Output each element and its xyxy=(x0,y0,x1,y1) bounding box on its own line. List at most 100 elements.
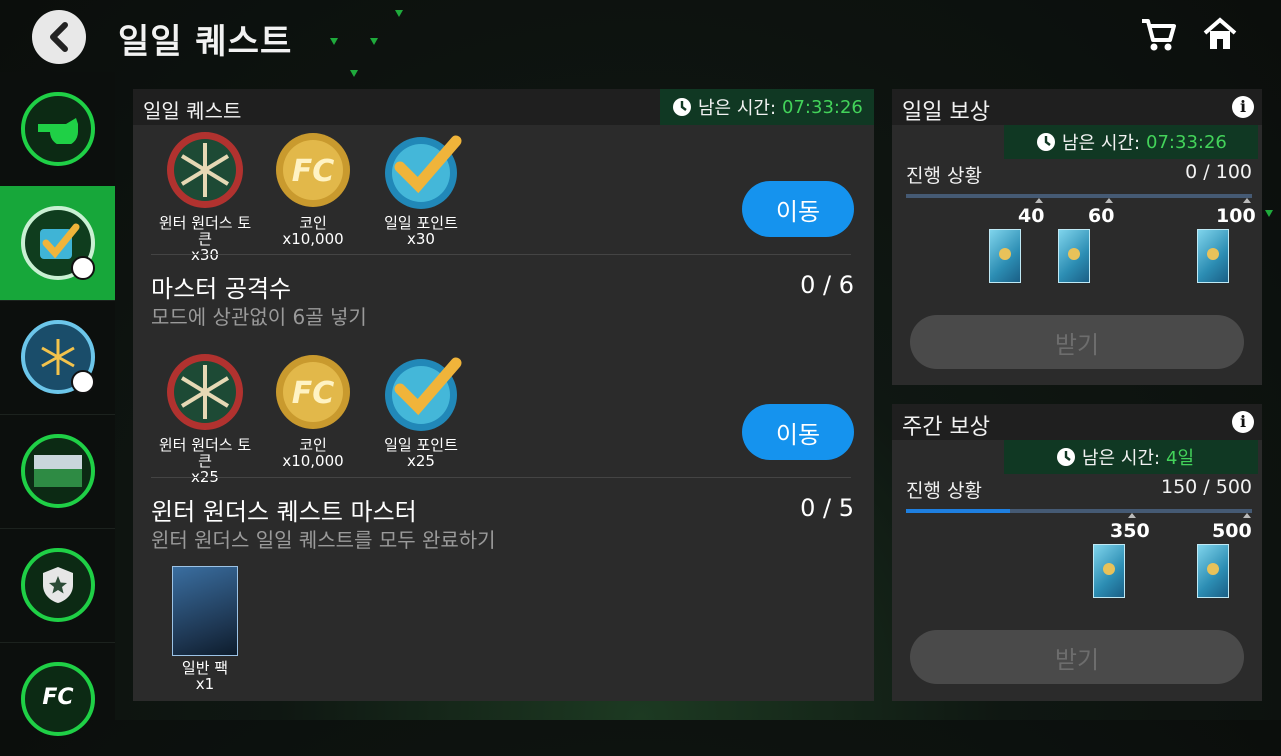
quest-progress: 0 / 5 xyxy=(800,494,854,522)
milestone-marker xyxy=(1128,513,1136,518)
sidebar-item-fc-mobile[interactable]: FC xyxy=(0,642,115,756)
reward-pack-icon[interactable] xyxy=(989,229,1021,283)
home-icon[interactable] xyxy=(1202,16,1238,56)
quest-description: 모드에 상관없이 6골 넣기 xyxy=(151,305,367,329)
progress-label: 진행 상황 xyxy=(906,480,982,502)
info-icon[interactable]: i xyxy=(1232,96,1254,118)
reward-item: 일일 포인트 x25 xyxy=(371,351,471,469)
move-button[interactable]: 이동 xyxy=(742,404,854,460)
info-icon[interactable]: i xyxy=(1232,411,1254,433)
snowflake-token-icon xyxy=(164,351,246,433)
timer-label: 남은 시간: xyxy=(1082,448,1161,469)
svg-text:FC: FC xyxy=(292,154,335,189)
coin-icon: FC xyxy=(272,129,354,211)
milestone-marker xyxy=(1243,513,1251,518)
milestone-label: 40 xyxy=(1018,205,1045,227)
reward-item: 일일 포인트 x30 xyxy=(371,129,471,247)
decor-triangle xyxy=(350,70,358,77)
reward-pack-icon[interactable] xyxy=(1058,229,1090,283)
reward-item: 윈터 원더스 토큰 x30 xyxy=(155,129,255,263)
milestone-label: 60 xyxy=(1088,205,1115,227)
svg-text:FC: FC xyxy=(292,376,335,411)
snowflake-token-icon xyxy=(164,129,246,211)
milestone-label: 350 xyxy=(1110,520,1150,542)
daily-reward-panel: 일일 보상 i 남은 시간: 07:33:26 진행 상황 0 / 100 40… xyxy=(892,89,1262,385)
fc-mobile-logo: FC xyxy=(20,662,95,736)
sidebar-item-daily-quest[interactable] xyxy=(0,186,115,301)
reward-item: 윈터 원더스 토큰 x25 xyxy=(155,351,255,485)
progress-value: 150 / 500 xyxy=(1160,476,1252,498)
reward-name: 코인 xyxy=(299,214,327,232)
move-button[interactable]: 이동 xyxy=(742,181,854,237)
reward-pack-icon[interactable] xyxy=(1197,544,1229,598)
weekly-reward-header: 주간 보상 i xyxy=(892,404,1262,440)
clock-icon xyxy=(70,370,95,394)
daily-reward-title: 일일 보상 xyxy=(902,100,990,125)
reward-item: FC 코인 x10,000 xyxy=(263,351,363,469)
reward-amount: x30 xyxy=(407,230,435,248)
divider xyxy=(151,477,851,478)
chevron-left-icon xyxy=(50,22,68,52)
quest-panel-title: 일일 퀘스트 xyxy=(143,99,242,123)
weekly-progress-bar xyxy=(906,509,1252,513)
coin-icon: FC xyxy=(272,351,354,433)
progress-fill xyxy=(906,509,1010,513)
quest-progress: 0 / 6 xyxy=(800,271,854,299)
stadium-icon xyxy=(20,434,95,508)
back-button[interactable] xyxy=(32,10,86,64)
reward-name: 윈터 원더스 토큰 xyxy=(158,436,252,470)
quest-timer: 남은 시간: 07:33:26 xyxy=(660,89,874,125)
sidebar-item-stadium[interactable] xyxy=(0,414,115,529)
reward-item: 일반 팩 x1 xyxy=(155,566,255,692)
claim-button[interactable]: 받기 xyxy=(910,315,1244,369)
daily-progress-bar xyxy=(906,194,1252,198)
quest-name: 윈터 원더스 퀘스트 마스터 xyxy=(151,498,417,526)
reward-name: 윈터 원더스 토큰 xyxy=(158,214,252,248)
sidebar-item-winter[interactable] xyxy=(0,300,115,415)
clock-icon xyxy=(70,256,95,280)
timer-value: 07:33:26 xyxy=(782,96,863,118)
weekly-reward-title: 주간 보상 xyxy=(902,415,990,440)
daily-check-icon xyxy=(20,206,95,280)
reward-amount: x30 xyxy=(191,246,219,264)
svg-text:FC: FC xyxy=(42,685,73,710)
daily-point-check-icon xyxy=(380,351,462,433)
reward-name: 일일 포인트 xyxy=(384,436,458,454)
divider xyxy=(151,254,851,255)
quest-description: 윈터 원더스 일일 퀘스트를 모두 완료하기 xyxy=(151,528,496,552)
daily-reward-header: 일일 보상 i xyxy=(892,89,1262,125)
weekly-reward-timer: 남은 시간: 4일 xyxy=(1004,440,1258,474)
decor-triangle xyxy=(1265,210,1273,217)
reward-item: FC 코인 x10,000 xyxy=(263,129,363,247)
reward-name: 일반 팩 xyxy=(181,659,229,677)
decor-triangle xyxy=(370,38,378,45)
reward-amount: x1 xyxy=(195,675,215,693)
milestone-label: 100 xyxy=(1216,205,1256,227)
clock-icon xyxy=(1037,133,1055,151)
sidebar-item-whistle[interactable] xyxy=(0,72,115,187)
reward-amount: x10,000 xyxy=(282,452,344,470)
milestone-marker xyxy=(1105,198,1113,203)
pack-card-icon xyxy=(172,566,238,656)
decor-triangle xyxy=(395,10,403,17)
weekly-reward-panel: 주간 보상 i 남은 시간: 4일 진행 상황 150 / 500 350 50… xyxy=(892,404,1262,701)
sidebar-item-shield[interactable] xyxy=(0,528,115,643)
quest-panel-header: 일일 퀘스트 남은 시간: 07:33:26 xyxy=(133,89,874,125)
sidebar: FC xyxy=(0,72,115,736)
milestone-marker xyxy=(1243,198,1251,203)
milestone-label: 500 xyxy=(1212,520,1252,542)
timer-value: 4일 xyxy=(1166,448,1195,469)
reward-pack-icon[interactable] xyxy=(1093,544,1125,598)
cart-icon[interactable] xyxy=(1140,18,1176,56)
reward-pack-icon[interactable] xyxy=(1197,229,1229,283)
quest-name: 마스터 공격수 xyxy=(151,275,292,303)
progress-label: 진행 상황 xyxy=(906,165,982,187)
timer-label: 남은 시간: xyxy=(698,98,777,119)
progress-value: 0 / 100 xyxy=(1185,161,1252,183)
reward-name: 코인 xyxy=(299,436,327,454)
reward-amount: x25 xyxy=(407,452,435,470)
whistle-icon xyxy=(20,92,95,166)
claim-button[interactable]: 받기 xyxy=(910,630,1244,684)
reward-amount: x10,000 xyxy=(282,230,344,248)
reward-name: 일일 포인트 xyxy=(384,214,458,232)
